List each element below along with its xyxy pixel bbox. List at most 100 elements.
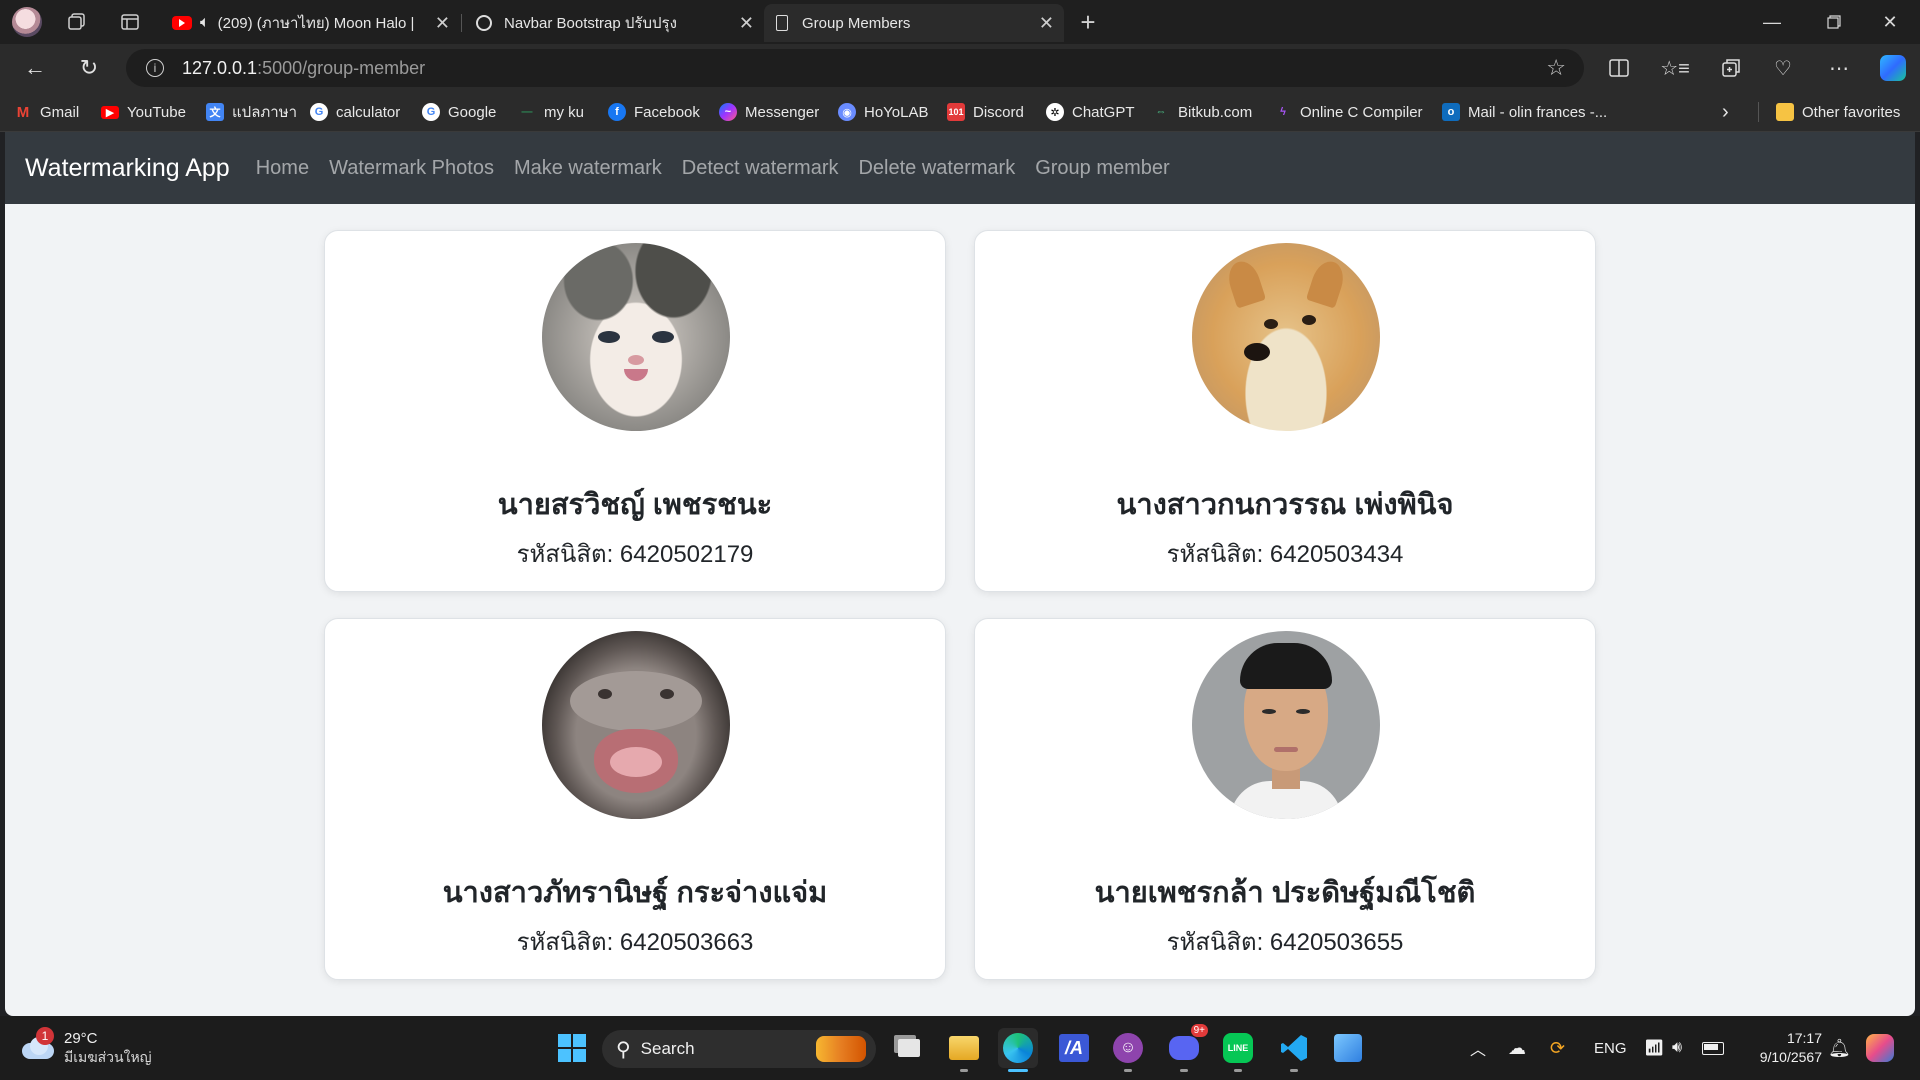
close-tab-icon[interactable]: ✕ (1039, 13, 1054, 34)
battery-icon[interactable] (1702, 1016, 1724, 1080)
address-toolbar: ← ↻ i 127.0.0.1:5000/group-member ☆ ☆≡ ♡… (0, 44, 1920, 92)
favorite-calculator[interactable]: Gcalculator (310, 92, 400, 132)
favorite-translate[interactable]: 文แปลภาษา (206, 92, 297, 132)
tab-title: Navbar Bootstrap ปรับปรุง (504, 15, 677, 32)
favorite-chatgpt[interactable]: ✲ ChatGPT (1046, 92, 1135, 132)
paint-app-icon[interactable] (1328, 1028, 1368, 1068)
wifi-icon[interactable]: 📶︎ (1644, 1016, 1664, 1080)
member-student-id: รหัสนิสิต: 6420503434 (1166, 541, 1404, 568)
discord-notification-badge: 9+ (1190, 1024, 1208, 1037)
member-student-id: รหัสนิสิต: 6420503663 (516, 929, 754, 956)
weather-temperature: 29°C (64, 1030, 98, 1047)
vscode-insiders-like-icon[interactable]: /A (1054, 1028, 1094, 1068)
navbar-brand[interactable]: Watermarking App (25, 154, 230, 183)
favorites-icon[interactable]: ☆≡ (1658, 52, 1692, 84)
profile-avatar[interactable] (12, 7, 42, 37)
taskbar-search-box[interactable]: ⚲ Search (602, 1030, 876, 1068)
messenger-icon: ~ (719, 103, 737, 121)
onedrive-icon[interactable]: ☁ (1508, 1016, 1526, 1080)
tab-group-members[interactable]: Group Members ✕ (764, 4, 1064, 42)
edge-browser-icon[interactable] (998, 1028, 1038, 1072)
new-tab-icon[interactable]: + (1073, 7, 1103, 37)
copilot-icon[interactable] (1876, 52, 1910, 84)
weather-condition: มีเมฆส่วนใหญ่ (64, 1049, 152, 1065)
bitkub-icon: ⇔ (1155, 106, 1167, 118)
input-language[interactable]: ENG (1594, 1016, 1627, 1080)
workspaces-icon[interactable] (62, 7, 92, 37)
kitten-photo (542, 243, 730, 431)
member-card: นายเพชรกล้า ประดิษฐ์มณีโชติ รหัสนิสิต: 6… (974, 618, 1596, 980)
favorite-outlook-mail[interactable]: o Mail - olin frances -... (1442, 92, 1607, 132)
task-view-icon[interactable] (889, 1028, 929, 1068)
notification-bell-icon[interactable]: 🔔︎ (1828, 1016, 1851, 1080)
start-button[interactable] (552, 1028, 592, 1068)
nav-group-member[interactable]: Group member (1035, 157, 1170, 180)
favorites-overflow-chevron-icon[interactable]: › (1722, 92, 1729, 132)
discord-icon[interactable]: 9+ (1164, 1024, 1208, 1072)
copilot-taskbar-icon[interactable] (1866, 1016, 1894, 1080)
tab-navbar-bootstrap[interactable]: Navbar Bootstrap ปรับปรุง ✕ (464, 4, 764, 42)
favorite-online-c-compiler[interactable]: ϟ Online C Compiler (1274, 92, 1422, 132)
nav-watermark-photos[interactable]: Watermark Photos (329, 157, 494, 180)
favorite-discord[interactable]: 101 Discord (947, 92, 1024, 132)
restore-icon[interactable] (1806, 0, 1862, 44)
speaker-icon[interactable]: 🔈︎ (200, 14, 210, 32)
clock-date: 9/10/2567 (1759, 1049, 1822, 1065)
facebook-icon: f (608, 103, 626, 121)
member-student-id: รหัสนิสิต: 6420503655 (1166, 929, 1404, 956)
clock[interactable]: 17:17 9/10/2567 (1740, 1016, 1822, 1080)
refresh-icon[interactable]: ↻ (72, 52, 106, 84)
line-app-icon[interactable]: LINE (1218, 1028, 1258, 1072)
favorite-google[interactable]: G Google (422, 92, 496, 132)
close-window-icon[interactable]: ✕ (1862, 0, 1918, 44)
discord-icon: 101 (947, 103, 965, 121)
browser-essentials-icon[interactable]: ♡ (1766, 52, 1800, 84)
favorite-messenger[interactable]: ~ Messenger (719, 92, 819, 132)
site-info-icon[interactable]: i (146, 59, 164, 77)
gmail-icon: M (16, 103, 30, 121)
weather-widget[interactable]: 1 29°C มีเมฆส่วนใหญ่ (20, 1016, 152, 1080)
favbar-divider (1758, 102, 1759, 122)
close-tab-icon[interactable]: ✕ (435, 13, 450, 34)
member-name: นายเพชรกล้า ประดิษฐ์มณีโชติ (1094, 877, 1476, 909)
favorite-facebook[interactable]: f Facebook (608, 92, 700, 132)
folder-icon (1776, 103, 1794, 121)
volume-icon[interactable]: 🔊︎ (1672, 1016, 1682, 1080)
favorite-gmail[interactable]: M Gmail (14, 92, 79, 132)
vertical-tabs-icon[interactable] (115, 7, 145, 37)
close-tab-icon[interactable]: ✕ (739, 13, 754, 34)
back-icon[interactable]: ← (18, 52, 52, 84)
favorite-bitkub[interactable]: ⇔ Bitkub.com (1152, 92, 1253, 132)
student-portrait-photo (1192, 631, 1380, 819)
sync-icon[interactable]: ⟳ (1550, 1016, 1565, 1080)
browser-tab-bar: 🔈︎ (209) (ภาษาไทย) Moon Halo | ✕ Navbar … (0, 0, 1920, 44)
nav-delete-watermark[interactable]: Delete watermark (858, 157, 1015, 180)
favorite-hoyolab[interactable]: ◉ HoYoLAB (838, 92, 929, 132)
favorite-youtube[interactable]: ▶ YouTube (101, 92, 186, 132)
member-card: นางสาวภัทรานิษฐ์ กระจ่างแจ่ม รหัสนิสิต: … (324, 618, 946, 980)
member-card: นายสรวิชญ์ เพชรชนะ รหัสนิสิต: 6420502179 (324, 230, 946, 592)
tab-title: Group Members (802, 14, 911, 32)
github-desktop-icon[interactable]: ☺ (1108, 1028, 1148, 1072)
baby-hippo-photo (542, 631, 730, 819)
tab-youtube[interactable]: 🔈︎ (209) (ภาษาไทย) Moon Halo | ✕ (160, 4, 460, 42)
nav-home[interactable]: Home (256, 157, 309, 180)
nav-make-watermark[interactable]: Make watermark (514, 157, 662, 180)
show-hidden-icons-chevron-icon[interactable]: ︿ (1470, 1016, 1486, 1080)
collections-icon[interactable] (1714, 52, 1748, 84)
favorite-star-icon[interactable]: ☆ (1546, 55, 1566, 81)
address-bar[interactable]: i 127.0.0.1:5000/group-member ☆ (126, 49, 1584, 87)
favorite-my-ku[interactable]: — my ku (518, 92, 585, 132)
file-explorer-icon[interactable] (944, 1028, 984, 1072)
other-favorites[interactable]: Other favorites (1776, 92, 1900, 132)
minimize-icon[interactable]: — (1744, 0, 1800, 44)
google-icon: G (310, 103, 328, 121)
chatgpt-icon: ✲ (1046, 103, 1064, 121)
vscode-icon[interactable] (1274, 1028, 1314, 1072)
page-viewport: Watermarking App Home Watermark Photos M… (5, 132, 1915, 1016)
split-screen-icon[interactable] (1602, 52, 1636, 84)
url-path: :5000/group-member (257, 57, 426, 78)
member-card: นางสาวกนกวรรณ เพ่งพินิจ รหัสนิสิต: 64205… (974, 230, 1596, 592)
more-options-icon[interactable]: ⋯ (1822, 52, 1856, 84)
nav-detect-watermark[interactable]: Detect watermark (682, 157, 839, 180)
